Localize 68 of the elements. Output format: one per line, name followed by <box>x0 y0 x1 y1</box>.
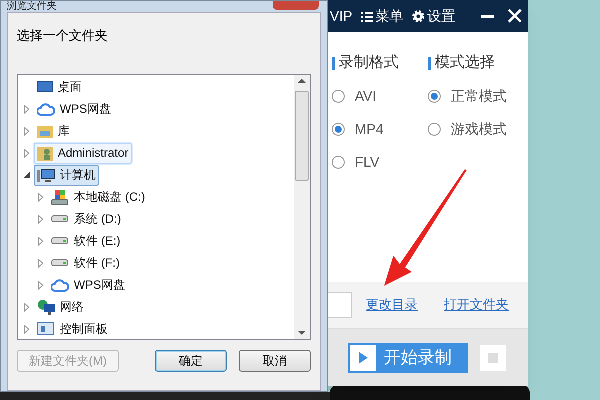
monitor-icon <box>37 80 53 94</box>
radio-option[interactable]: FLV <box>332 152 414 174</box>
collapsed-icon[interactable] <box>22 126 32 136</box>
cloud-icon <box>51 278 69 292</box>
tree-item[interactable]: 网络 <box>34 296 87 318</box>
text-link[interactable]: 更改目录 <box>366 295 418 315</box>
collapsed-icon[interactable] <box>22 148 32 158</box>
network-icon <box>37 299 55 315</box>
tree-item[interactable]: Administrator <box>34 142 132 164</box>
radio-option[interactable]: 游戏模式 <box>428 118 510 140</box>
minimize-icon[interactable] <box>481 14 494 18</box>
collapsed-icon[interactable] <box>22 104 32 114</box>
close-icon[interactable] <box>508 9 522 23</box>
radio-button[interactable] <box>428 90 441 103</box>
text-link[interactable]: 打开文件夹 <box>444 295 509 315</box>
tree-item[interactable]: 计算机 <box>34 164 99 186</box>
drive-icon <box>51 259 69 267</box>
tree-item[interactable]: 系统 (D:) <box>48 208 124 230</box>
tree-item[interactable]: 桌面 <box>34 76 85 98</box>
settings-icon <box>412 10 425 22</box>
tree-item[interactable]: 本地磁盘 (C:) <box>48 186 148 208</box>
radio-option[interactable]: 正常模式 <box>428 86 510 108</box>
tree-item[interactable]: 软件 (E:) <box>48 230 124 252</box>
computer-icon <box>37 168 55 182</box>
accent-bar <box>332 56 335 70</box>
play-icon <box>350 344 376 370</box>
drive-icon <box>51 215 69 223</box>
drive-icon <box>51 190 69 204</box>
group-title: 录制格式 <box>339 53 399 73</box>
radio-option[interactable]: AVI <box>332 86 414 108</box>
radio-button[interactable] <box>332 90 345 103</box>
window-title: 浏览文件夹 <box>7 1 57 12</box>
header-link[interactable]: VIP <box>330 6 353 26</box>
control-panel-icon <box>37 322 55 336</box>
header-menu-button[interactable]: 菜单 <box>360 6 404 26</box>
radio-button[interactable] <box>428 123 441 136</box>
scroll-thumb[interactable] <box>295 91 309 181</box>
scrollbar[interactable] <box>294 75 310 339</box>
expanded-icon[interactable] <box>22 170 32 180</box>
collapsed-icon[interactable] <box>22 324 32 334</box>
collapsed-icon[interactable] <box>36 280 46 290</box>
radio-button[interactable] <box>332 156 345 169</box>
user-folder-icon <box>37 146 53 160</box>
accent-bar <box>428 56 431 70</box>
cloud-icon <box>37 102 55 116</box>
drive-icon <box>51 237 69 245</box>
radio-option[interactable]: MP4 <box>332 118 414 140</box>
group-title: 模式选择 <box>435 53 495 73</box>
collapsed-icon[interactable] <box>36 236 46 246</box>
collapsed-icon[interactable] <box>36 258 46 268</box>
stop-icon <box>488 352 498 362</box>
collapsed-icon[interactable] <box>36 214 46 224</box>
header-settings-button[interactable]: 设置 <box>412 6 456 26</box>
collapsed-icon[interactable] <box>22 302 32 312</box>
scroll-up-icon <box>298 79 306 83</box>
dialog-button[interactable]: 确定 <box>155 350 227 372</box>
tree-item[interactable]: WPS网盘 <box>34 98 114 120</box>
radio-button[interactable] <box>332 123 345 136</box>
dialog-prompt: 选择一个文件夹 <box>17 27 109 45</box>
tree-item[interactable]: 软件 (F:) <box>48 252 123 274</box>
scroll-down-icon <box>298 331 306 335</box>
tree-item[interactable]: 库 <box>34 120 73 142</box>
menu-icon <box>360 10 373 22</box>
dialog-button[interactable]: 取消 <box>239 350 311 372</box>
collapsed-icon[interactable] <box>36 192 46 202</box>
tree-item[interactable]: 控制面板 <box>34 318 111 339</box>
folder-icon <box>37 124 53 138</box>
tree-item[interactable]: WPS网盘 <box>48 274 128 296</box>
